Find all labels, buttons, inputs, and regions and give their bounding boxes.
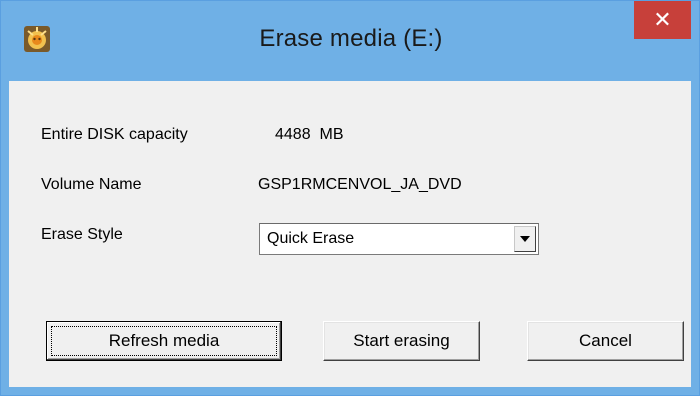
capacity-value: 4488 MB [275,126,344,143]
erase-style-selected: Quick Erase [267,230,355,247]
app-icon [24,26,50,52]
close-button[interactable]: ✕ [634,1,691,39]
window-frame-right [691,81,699,395]
start-erasing-label: Start erasing [353,331,450,350]
refresh-media-label: Refresh media [108,331,220,350]
erase-media-dialog: Erase media (E:) ✕ Entire DISK capacity … [0,0,700,396]
erase-style-label: Erase Style [41,226,123,243]
cancel-label: Cancel [579,331,632,350]
chevron-down-icon [520,236,530,242]
cancel-button[interactable]: Cancel [527,321,684,361]
close-icon: ✕ [653,7,672,32]
erase-style-dropdown-button[interactable] [514,226,536,252]
refresh-media-button[interactable]: Refresh media [46,321,282,361]
window-frame-left [1,81,9,395]
erase-style-select[interactable]: Quick Erase [259,223,539,255]
volume-name-value: GSP1RMCENVOL_JA_DVD [258,176,462,193]
volume-name-label: Volume Name [41,176,142,193]
start-erasing-button[interactable]: Start erasing [323,321,480,361]
title-bar[interactable]: Erase media (E:) ✕ [1,1,699,81]
dialog-body: Entire DISK capacity 4488 MB Volume Name… [9,81,691,387]
window-title: Erase media (E:) [259,25,443,52]
window-frame-bottom [1,387,699,395]
capacity-label: Entire DISK capacity [41,126,188,143]
